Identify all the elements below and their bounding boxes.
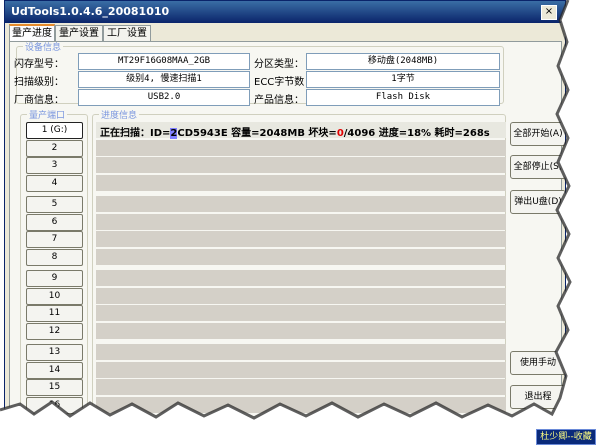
torn-edge-decoration (0, 0, 600, 448)
watermark-badge: 杜少卿--收藏 (536, 429, 596, 445)
